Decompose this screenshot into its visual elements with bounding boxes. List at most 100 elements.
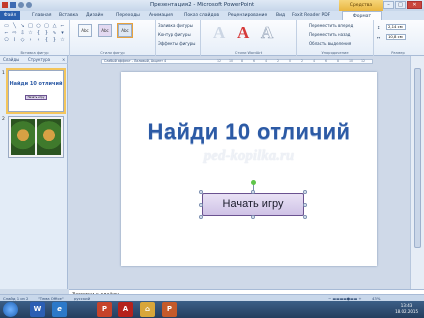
resize-handle[interactable] [199, 215, 203, 219]
resize-handle[interactable] [303, 190, 307, 194]
scrollbar-thumb[interactable] [414, 68, 421, 248]
ruler-tick: 6 [325, 59, 328, 63]
resize-handle[interactable] [303, 215, 307, 219]
tab-review[interactable]: Рецензирование [226, 11, 269, 20]
tab-file[interactable]: Файл [0, 11, 20, 20]
maximize-button[interactable]: □ [395, 1, 406, 9]
ruler-tick: 10 [349, 59, 354, 63]
tab-slideshow[interactable]: Показ слайдов [182, 11, 221, 20]
title-bar: Презентация2 - Microsoft PowerPoint Сред… [0, 0, 424, 19]
tab-foxit[interactable]: Foxit Reader PDF [290, 11, 332, 20]
powerpoint-taskbar-icon[interactable]: P [97, 302, 112, 317]
triangle-shape-icon[interactable]: △ [51, 23, 58, 29]
shape-effects-button[interactable]: Эффекты фигуры [158, 41, 195, 46]
connector-shape-icon[interactable]: ⌐ [3, 30, 10, 36]
tab-transitions[interactable]: Переходы [114, 11, 142, 20]
resize-handle[interactable] [199, 190, 203, 194]
diamond-shape-icon[interactable]: ◇ [19, 37, 26, 43]
wordart-styles-group: A A A Стили WordArt [201, 20, 297, 56]
system-clock[interactable]: 13:43 18.02.2015 [395, 303, 418, 315]
wordart-style-fill[interactable]: A [213, 23, 225, 43]
tab-slides[interactable]: Слайды [3, 57, 19, 62]
wordart-style-outline[interactable]: A [261, 23, 274, 43]
oval-shape-icon[interactable]: ○ [35, 23, 42, 29]
close-button[interactable]: ✕ [407, 1, 422, 9]
ribbon: ▭ ╲ ↘ □ ○ ▢ △ ⌐ ⌐ ⇨ ⇩ ☆{} ∿ ▾ ⬠ ⌇ ◇ › ‹{} ☆ Вставка фигур… [0, 20, 424, 56]
watermark: ped-kopilka.ru [203, 148, 295, 164]
close-panel-icon[interactable]: × [62, 57, 65, 62]
arrow-shape-icon[interactable]: ↘ [19, 23, 26, 29]
shape-outline-button[interactable]: Контур фигуры [158, 32, 191, 37]
start-game-button[interactable]: Начать игру [202, 193, 304, 216]
thumb-number-2: 2 [2, 117, 5, 122]
line-shape-icon[interactable]: ╲ [11, 23, 18, 29]
slide-thumbnail-1[interactable]: Найди 10 отличий Начать игру [6, 68, 66, 114]
chevron-shape-icon[interactable]: › [27, 37, 34, 43]
resize-handle[interactable] [251, 190, 255, 194]
tab-outline[interactable]: Структура [28, 57, 50, 62]
start-button[interactable] [3, 302, 18, 317]
width-field[interactable]: 10,8 см [386, 34, 406, 40]
group-label-arrange: Упорядочение [321, 51, 349, 55]
bring-forward-button[interactable]: Переместить вперед [309, 23, 353, 28]
bracket-shape-icon[interactable]: } [43, 30, 50, 36]
send-backward-button[interactable]: Переместить назад [309, 32, 350, 37]
tab-design[interactable]: Дизайн [84, 11, 105, 20]
ruler-tick: 2 [301, 59, 304, 63]
shape-fill-button[interactable]: Заливка фигуры [158, 23, 193, 28]
slide-title[interactable]: Найди 10 отличий [121, 119, 377, 145]
folder-taskbar-icon[interactable]: ⌂ [140, 302, 155, 317]
tab-animations[interactable]: Анимация [147, 11, 175, 20]
vertical-scrollbar[interactable] [410, 56, 424, 289]
brace-shape-icon[interactable]: { [35, 30, 42, 36]
right-arrow-shape-icon[interactable]: ⇨ [11, 30, 18, 36]
corner-shape-icon[interactable]: ⌐ [59, 23, 66, 29]
window-title: Презентация2 - Microsoft PowerPoint [150, 2, 255, 8]
more-shapes-icon[interactable]: ▾ [59, 30, 66, 36]
shape-style-1[interactable]: Abc [78, 24, 92, 37]
undo-icon[interactable] [18, 2, 24, 8]
shape-gallery[interactable]: ▭ ╲ ↘ □ ○ ▢ △ ⌐ ⌐ ⇨ ⇩ ☆{} ∿ ▾ ⬠ ⌇ ◇ › ‹{} ☆ [3, 23, 66, 43]
ie-taskbar-icon[interactable]: e [52, 302, 67, 317]
rounded-rect-shape-icon[interactable]: ▢ [43, 23, 50, 29]
lbrace-shape-icon[interactable]: { [43, 37, 50, 43]
squiggle-shape-icon[interactable]: ⌇ [11, 37, 18, 43]
tab-home[interactable]: Главная [30, 11, 53, 20]
resize-handle[interactable] [251, 215, 255, 219]
down-arrow-shape-icon[interactable]: ⇩ [19, 30, 26, 36]
horizontal-ruler: Слабый эффект - Лиловый, Акцент 4 12 10 … [101, 59, 373, 64]
resize-handle[interactable] [199, 203, 203, 207]
lt-shape-icon[interactable]: ‹ [35, 37, 42, 43]
tab-insert[interactable]: Вставка [57, 11, 80, 20]
ruler-tick: 2 [277, 59, 280, 63]
shape-style-2[interactable]: Abc [98, 24, 112, 37]
redo-icon[interactable] [26, 2, 32, 8]
start-game-shape[interactable]: Начать игру [199, 180, 307, 219]
minimize-button[interactable]: – [383, 1, 394, 9]
rbrace-shape-icon[interactable]: } [51, 37, 58, 43]
resize-handle[interactable] [303, 203, 307, 207]
pentagon-shape-icon[interactable]: ⬠ [3, 37, 10, 43]
panel-tabs: Слайды Структура × [0, 56, 68, 64]
word-taskbar-icon[interactable]: W [30, 302, 45, 317]
slide-canvas[interactable]: Найди 10 отличий ped-kopilka.ru Начать и… [121, 72, 377, 266]
acrobat-taskbar-icon[interactable]: A [118, 302, 133, 317]
powerpoint2-taskbar-icon[interactable]: P [162, 302, 177, 317]
textbox-shape-icon[interactable]: ▭ [3, 23, 10, 29]
slide-thumbnail-2[interactable] [8, 116, 64, 158]
rotation-handle[interactable] [251, 180, 256, 185]
save-icon[interactable] [10, 2, 16, 8]
curve-shape-icon[interactable]: ∿ [51, 30, 58, 36]
tab-format[interactable]: Формат [342, 11, 382, 20]
wordart-style-red[interactable]: A [237, 23, 249, 43]
ribbon-tabs: Файл Главная Вставка Дизайн Переходы Ани… [0, 11, 424, 20]
tab-view[interactable]: Вид [274, 11, 287, 20]
group-label-size: Размер [391, 51, 405, 55]
shape-style-3[interactable]: Abc [117, 23, 133, 38]
height-field[interactable]: 2,14 см [386, 24, 406, 30]
star-shape-icon[interactable]: ☆ [27, 30, 34, 36]
star2-shape-icon[interactable]: ☆ [59, 37, 66, 43]
rect-shape-icon[interactable]: □ [27, 23, 34, 29]
selection-pane-button[interactable]: Область выделения [309, 41, 351, 46]
ruler-tick: 8 [241, 59, 244, 63]
